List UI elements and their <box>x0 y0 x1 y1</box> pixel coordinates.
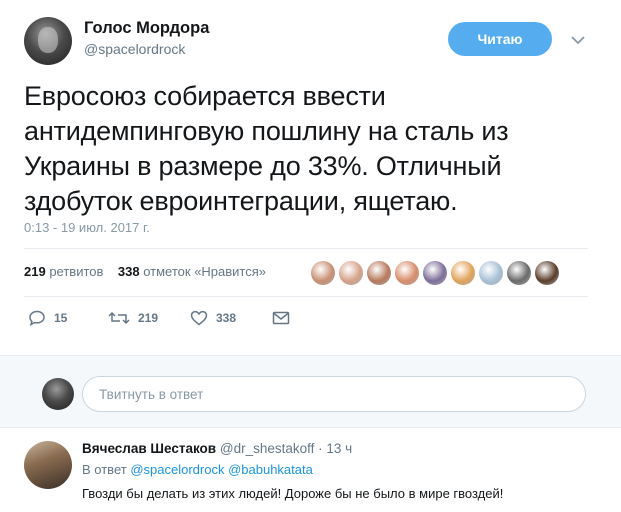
tweet-card: Голос Мордора @spacelordrock Читаю Еврос… <box>0 0 621 355</box>
liker-avatar[interactable] <box>423 261 447 285</box>
liker-avatar[interactable] <box>367 261 391 285</box>
likes-label[interactable]: отметок «Нравится» <box>143 264 266 279</box>
direct-message-action[interactable] <box>272 311 290 325</box>
tweet-text: Евросоюз собирается ввести антидемпингов… <box>24 81 509 216</box>
divider <box>24 248 588 249</box>
reply-author-handle[interactable]: @dr_shestakoff <box>220 441 315 456</box>
replying-to: В ответ @spacelordrock @babuhkatata <box>82 462 313 477</box>
liker-avatar[interactable] <box>479 261 503 285</box>
reply-action[interactable]: 15 <box>28 310 108 326</box>
follow-button[interactable]: Читаю <box>448 22 552 56</box>
reply-input[interactable] <box>82 376 586 412</box>
likes-count[interactable]: 338 <box>118 264 140 279</box>
like-action[interactable]: 338 <box>190 310 272 326</box>
author-handle[interactable]: @spacelordrock <box>84 41 185 57</box>
reply-text: Гвозди бы делать из этих людей! Дороже б… <box>82 486 504 501</box>
envelope-icon <box>272 311 290 325</box>
liker-avatar[interactable] <box>395 261 419 285</box>
action-bar: 15 219 338 <box>28 310 290 326</box>
liker-avatar[interactable] <box>311 261 335 285</box>
current-user-avatar <box>42 378 74 410</box>
reply-count: 15 <box>54 311 68 325</box>
heart-icon <box>190 310 208 326</box>
like-count: 338 <box>216 311 237 325</box>
reply-author-name[interactable]: Вячеслав Шестаков <box>82 441 216 456</box>
retweet-count: 219 <box>138 311 159 325</box>
divider <box>24 296 588 297</box>
liker-avatar[interactable] <box>507 261 531 285</box>
reply-composer <box>0 355 621 428</box>
tweet-timestamp[interactable]: 0:13 - 19 июл. 2017 г. <box>24 220 150 235</box>
liker-avatar[interactable] <box>339 261 363 285</box>
mention-link[interactable]: @spacelordrock <box>130 462 224 477</box>
retweets-label[interactable]: ретвитов <box>49 264 103 279</box>
author-name[interactable]: Голос Мордора <box>84 19 209 38</box>
liker-avatars <box>311 261 559 285</box>
mention-link[interactable]: @babuhkatata <box>228 462 313 477</box>
retweet-icon <box>108 310 130 326</box>
reply-tweet[interactable]: Вячеслав Шестаков @dr_shestakoff · 13 ч … <box>0 429 621 512</box>
reply-time[interactable]: 13 ч <box>326 441 352 456</box>
liker-avatar[interactable] <box>535 261 559 285</box>
tweet-stats: 219 ретвитов 338 отметок «Нравится» <box>24 264 266 279</box>
author-avatar[interactable] <box>24 17 72 65</box>
reply-icon <box>28 310 46 326</box>
chevron-down-icon[interactable] <box>568 30 588 50</box>
retweets-count[interactable]: 219 <box>24 264 46 279</box>
liker-avatar[interactable] <box>451 261 475 285</box>
replying-to-prefix: В ответ <box>82 462 127 477</box>
reply-header: Вячеслав Шестаков @dr_shestakoff · 13 ч <box>82 441 353 456</box>
reply-author-avatar[interactable] <box>24 441 72 489</box>
retweet-action[interactable]: 219 <box>108 310 190 326</box>
